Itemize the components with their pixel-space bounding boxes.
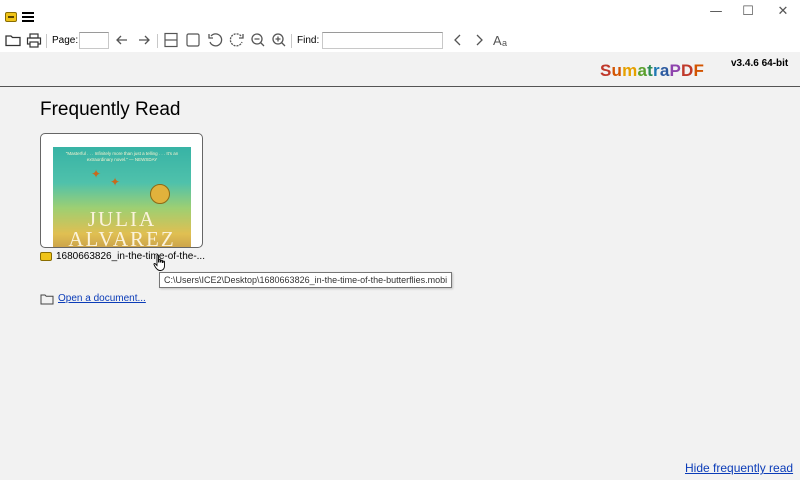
folder-icon	[40, 294, 54, 305]
find-label: Find:	[297, 35, 320, 46]
svg-text:A: A	[493, 33, 502, 48]
fit-page-icon[interactable]	[184, 31, 202, 49]
frequently-read-heading: Frequently Read	[40, 99, 181, 120]
minimize-button[interactable]: —	[701, 0, 731, 26]
zoom-out-icon[interactable]	[249, 31, 267, 49]
find-next-icon[interactable]	[470, 31, 488, 49]
toolbar: Page: Find: Aa	[0, 28, 800, 52]
toolbar-separator	[157, 34, 158, 48]
print-icon[interactable]	[25, 31, 43, 49]
toolbar-separator	[46, 34, 47, 48]
title-bar: — ☐ ✕	[0, 0, 800, 28]
logo-letter: u	[611, 61, 623, 80]
match-case-icon[interactable]: Aa	[492, 31, 510, 49]
menu-hamburger-icon[interactable]	[22, 12, 34, 22]
hide-frequently-read-link[interactable]: Hide frequently read	[685, 461, 793, 475]
logo-letter: a	[637, 61, 648, 80]
close-button[interactable]: ✕	[768, 0, 798, 26]
next-page-icon[interactable]	[135, 31, 153, 49]
butterfly-icon: ✦	[110, 175, 121, 189]
logo-letter: P	[669, 61, 682, 80]
page-number-input[interactable]	[79, 32, 109, 49]
sumatra-app-icon[interactable]	[5, 12, 17, 22]
version-label: v3.4.6 64-bit	[731, 58, 789, 69]
logo-letter: S	[600, 61, 612, 80]
open-folder-icon[interactable]	[4, 31, 22, 49]
find-prev-icon[interactable]	[449, 31, 467, 49]
hand-cursor-icon	[153, 254, 165, 271]
maximize-button[interactable]: ☐	[733, 0, 763, 26]
logo-letter: r	[653, 61, 660, 80]
page-label: Page:	[52, 35, 79, 46]
toolbar-separator	[291, 34, 292, 48]
book-cover-image: "Masterful . . . Infinitely more than ju…	[53, 147, 191, 248]
find-input[interactable]	[322, 32, 443, 49]
single-page-view-icon[interactable]	[162, 31, 180, 49]
recent-document-name[interactable]: 1680663826_in-the-time-of-the-...	[56, 251, 205, 262]
prev-page-icon[interactable]	[113, 31, 131, 49]
rotate-right-icon[interactable]	[228, 31, 246, 49]
svg-text:a: a	[502, 38, 507, 48]
butterfly-icon: ✦	[91, 167, 102, 181]
zoom-in-icon[interactable]	[270, 31, 288, 49]
logo-letter: m	[622, 61, 638, 80]
document-type-icon	[40, 252, 52, 261]
logo-letter: F	[693, 61, 705, 80]
award-seal-icon	[150, 184, 170, 204]
logo-letter: D	[681, 61, 694, 80]
file-path-tooltip: C:\Users\ICE2\Desktop\1680663826_in-the-…	[159, 272, 453, 288]
open-document-link[interactable]: Open a document...	[58, 293, 146, 304]
cover-author: JULIA ALVAREZ	[68, 207, 176, 248]
logo-strip: SumatraPDF v3.4.6 64-bit	[0, 52, 800, 87]
rotate-left-icon[interactable]	[206, 31, 224, 49]
cover-quote: "Masterful . . . Infinitely more than ju…	[65, 151, 179, 162]
document-thumbnail[interactable]: "Masterful . . . Infinitely more than ju…	[40, 133, 203, 248]
sumatra-logo: SumatraPDF	[600, 61, 704, 81]
